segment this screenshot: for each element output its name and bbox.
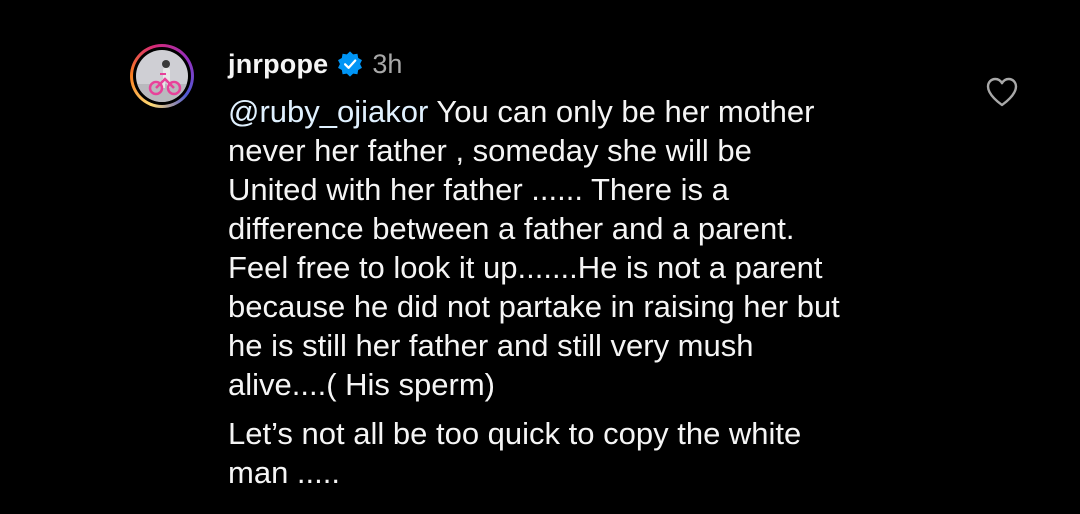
mention-link[interactable]: @ruby_ojiakor — [228, 94, 428, 129]
comment-line: man ..... — [228, 455, 340, 490]
avatar-photo — [136, 50, 188, 102]
comment-line: Let’s not all be too quick to copy the w… — [228, 416, 802, 451]
heart-outline-icon — [986, 77, 1018, 107]
comment-line: because he did not partake in raising he… — [228, 289, 840, 324]
comment: jnrpope 3h @ruby_ojiakor You can only be… — [0, 0, 1080, 514]
comment-line: he is still her father and still very mu… — [228, 328, 754, 363]
comment-line: difference between a father and a parent… — [228, 211, 795, 246]
timestamp: 3h — [372, 48, 403, 79]
comment-text: @ruby_ojiakor You can only be her mother… — [228, 92, 948, 492]
comment-line: You can only be her mother — [428, 94, 815, 129]
comment-paragraph-1: @ruby_ojiakor You can only be her mother… — [228, 92, 948, 404]
comment-header: jnrpope 3h — [228, 46, 402, 82]
comment-line: never her father , someday she will be — [228, 133, 752, 168]
comment-line: Feel free to look it up.......He is not … — [228, 250, 823, 285]
username[interactable]: jnrpope — [228, 49, 328, 80]
story-ring[interactable] — [130, 44, 194, 108]
comment-paragraph-2: Let’s not all be too quick to copy the w… — [228, 414, 948, 492]
avatar[interactable] — [133, 47, 191, 105]
comment-line: United with her father ...... There is a — [228, 172, 729, 207]
like-button[interactable] — [985, 76, 1019, 108]
comment-line: alive....( His sperm) — [228, 367, 495, 402]
verified-badge-icon — [336, 50, 364, 78]
